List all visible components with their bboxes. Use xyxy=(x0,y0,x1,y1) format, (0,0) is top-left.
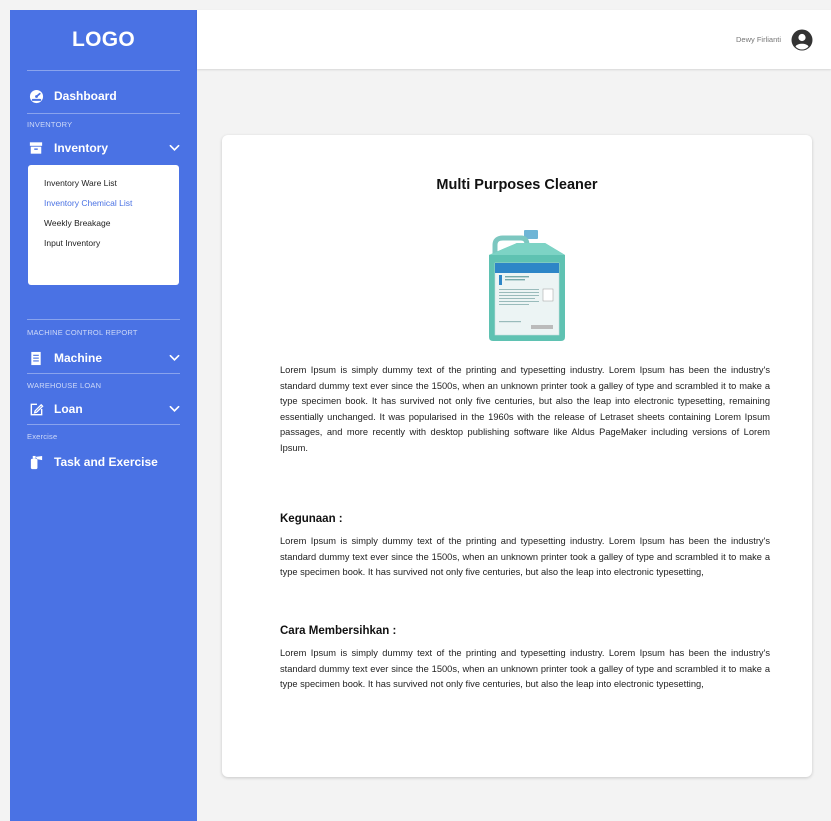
logo[interactable]: LOGO xyxy=(10,10,197,70)
cleaning-text: Lorem Ipsum is simply dummy text of the … xyxy=(280,648,770,689)
inventory-submenu: Inventory Ware List Inventory Chemical L… xyxy=(28,165,179,285)
sidebar-item-label: Task and Exercise xyxy=(54,455,158,469)
section-label-inventory: INVENTORY xyxy=(27,119,73,129)
sidebar-item-label: Dashboard xyxy=(54,89,117,103)
edit-icon xyxy=(27,400,45,418)
chevron-down-icon[interactable] xyxy=(168,352,180,364)
usage-heading: Kegunaan : xyxy=(280,513,343,525)
user-circle-icon[interactable] xyxy=(791,29,813,51)
section-label-warehouse-loan: WAREHOUSE LOAN xyxy=(27,380,102,390)
document-icon xyxy=(27,349,45,367)
section-label-exercise: Exercise xyxy=(27,431,58,441)
chevron-down-icon[interactable] xyxy=(168,403,180,415)
submenu-item-inventory-ware-list[interactable]: Inventory Ware List xyxy=(44,176,179,196)
submenu-item-inventory-chemical-list[interactable]: Inventory Chemical List xyxy=(44,196,179,216)
product-description: Lorem Ipsum is simply dummy text of the … xyxy=(280,365,770,453)
sidebar-item-label: Machine xyxy=(54,351,103,365)
top-bar: Dewy Firlianti xyxy=(197,10,831,69)
user-name[interactable]: Dewy Firlianti xyxy=(736,35,781,44)
archive-box-icon xyxy=(27,139,45,157)
fire-extinguisher-icon xyxy=(27,453,45,471)
submenu-item-input-inventory[interactable]: Input Inventory xyxy=(44,236,179,256)
sidebar-item-dashboard[interactable]: Dashboard xyxy=(10,81,197,111)
usage-text: Lorem Ipsum is simply dummy text of the … xyxy=(280,536,770,577)
cleaning-heading: Cara Membersihkan : xyxy=(280,625,397,637)
speedometer-icon xyxy=(27,87,45,105)
sidebar-item-label: Loan xyxy=(54,402,83,416)
sidebar-item-inventory[interactable]: Inventory xyxy=(10,133,197,163)
sidebar-item-loan[interactable]: Loan xyxy=(10,394,197,424)
sidebar-item-task-and-exercise[interactable]: Task and Exercise xyxy=(10,447,197,477)
sidebar-item-machine[interactable]: Machine xyxy=(10,343,197,373)
product-title: Multi Purposes Cleaner xyxy=(436,177,598,193)
section-label-machine-control-report: MACHINE CONTROL REPORT xyxy=(27,327,138,337)
chevron-down-icon[interactable] xyxy=(168,142,180,154)
sidebar: LOGO Dashboard INVENTORY Inventory Inven… xyxy=(10,10,197,821)
submenu-item-weekly-breakage[interactable]: Weekly Breakage xyxy=(44,216,179,236)
product-detail-card: Multi Purposes Cleaner Lorem Ipsum is si… xyxy=(222,135,812,777)
sidebar-item-label: Inventory xyxy=(54,141,109,155)
product-image xyxy=(481,225,573,343)
